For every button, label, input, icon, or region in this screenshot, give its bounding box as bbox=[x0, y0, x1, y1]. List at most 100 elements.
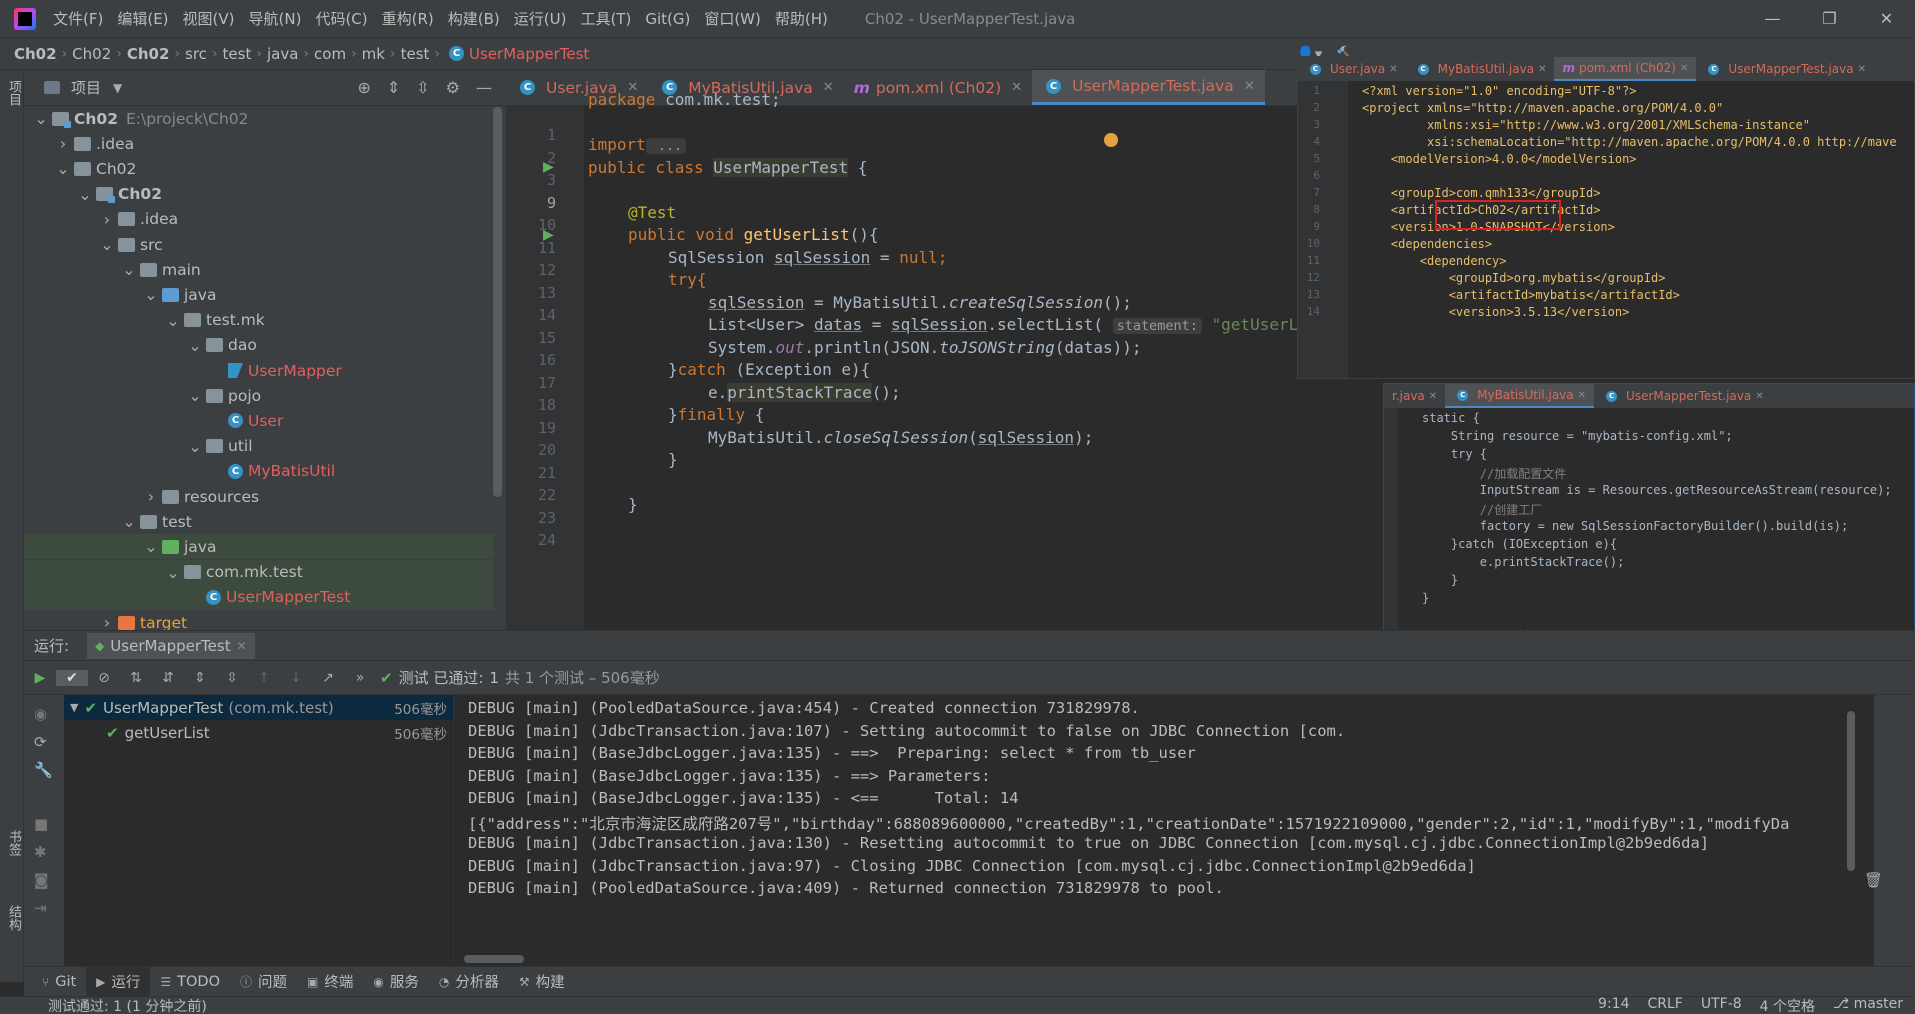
chevron-down-icon[interactable]: ⌄ bbox=[78, 185, 92, 204]
pom-code-line[interactable]: <dependency> bbox=[1362, 254, 1507, 268]
menu-build[interactable]: 构建(B) bbox=[441, 8, 507, 29]
code-line[interactable]: try{ bbox=[668, 270, 707, 289]
overlay-tab[interactable]: C UserMapperTest.java ✕ bbox=[1696, 57, 1874, 81]
breadcrumb-item[interactable]: test bbox=[401, 45, 430, 63]
show-passed-icon[interactable]: ✔ bbox=[56, 669, 88, 686]
chevron-down-icon[interactable]: ⌄ bbox=[188, 437, 202, 456]
tree-item[interactable]: ⌄ test.mk bbox=[24, 308, 494, 333]
code-line[interactable]: }finally { bbox=[668, 405, 764, 424]
hide-icon[interactable]: — bbox=[476, 78, 492, 97]
mybatisutil-code-line[interactable]: e.printStackTrace(); bbox=[1422, 555, 1625, 569]
tree-item[interactable]: › .idea bbox=[24, 131, 494, 156]
tree-item[interactable]: ⌄ com.mk.test bbox=[24, 559, 494, 585]
breadcrumb-item[interactable]: com bbox=[314, 45, 346, 63]
chevron-down-icon[interactable]: ⌄ bbox=[100, 235, 114, 254]
tree-item[interactable]: ⌄ src bbox=[24, 232, 494, 257]
mybatisutil-code-line[interactable]: } bbox=[1422, 591, 1429, 605]
breadcrumb-item[interactable]: Ch02 bbox=[14, 45, 57, 63]
menu-view[interactable]: 视图(V) bbox=[176, 8, 242, 29]
chevron-right-icon[interactable]: › bbox=[100, 210, 114, 229]
chevron-right-icon[interactable]: › bbox=[144, 487, 158, 506]
overlay-tab[interactable]: C User.java ✕ bbox=[1298, 57, 1406, 81]
overlay-tab[interactable]: r.java ✕ bbox=[1384, 384, 1445, 408]
code-line[interactable]: public void getUserList(){ bbox=[628, 225, 878, 244]
tree-item[interactable]: ⌄ main bbox=[24, 257, 494, 282]
run-gutter-icon[interactable]: ▶ bbox=[543, 227, 554, 243]
tree-item[interactable]: C User bbox=[24, 408, 494, 433]
exit-icon[interactable]: ⇥ bbox=[34, 899, 47, 917]
tab-usermappertest-java[interactable]: C UserMapperTest.java ✕ bbox=[1032, 70, 1265, 105]
collapse-all-icon[interactable]: ⇳ bbox=[216, 670, 248, 686]
trash-icon[interactable]: 🗑 bbox=[1864, 871, 1883, 889]
mybatisutil-code-line[interactable]: String resource = "mybatis-config.xml"; bbox=[1422, 429, 1733, 443]
pom-code-line[interactable]: <groupId>com.qmh133</groupId> bbox=[1362, 186, 1601, 200]
pom-code-line[interactable]: <modelVersion>4.0.0</modelVersion> bbox=[1362, 152, 1637, 166]
breadcrumb-item[interactable]: java bbox=[267, 45, 298, 63]
pom-code-line[interactable]: xmlns:xsi="http://www.w3.org/2001/XMLSch… bbox=[1362, 118, 1810, 132]
tree-item[interactable]: ⌄ Ch02 bbox=[24, 182, 494, 207]
tool-tab[interactable]: ☰ TODO bbox=[150, 967, 230, 996]
overlay-tab[interactable]: C UserMapperTest.java ✕ bbox=[1594, 384, 1772, 408]
project-scrollbar[interactable] bbox=[493, 107, 502, 497]
tree-item[interactable]: ⌄ java bbox=[24, 534, 494, 560]
git-branch[interactable]: ⎇ master bbox=[1833, 996, 1903, 1014]
close-icon[interactable]: ✕ bbox=[1011, 80, 1022, 95]
tool-tab[interactable]: ◉ 服务 bbox=[363, 967, 428, 996]
sort-duration-icon[interactable]: ⇵ bbox=[152, 670, 184, 686]
chevron-down-icon[interactable]: ▼ bbox=[113, 81, 122, 95]
tree-item[interactable]: UserMapper bbox=[24, 358, 494, 383]
overlay-tab[interactable]: m pom.xml (Ch02) ✕ bbox=[1554, 57, 1697, 81]
status-message[interactable]: 测试通过: 1 (1 分钟之前) bbox=[48, 996, 207, 1014]
intention-bulb-icon[interactable] bbox=[1104, 133, 1118, 147]
overlay-tab[interactable]: C MyBatisUtil.java ✕ bbox=[1445, 384, 1595, 408]
tree-item[interactable]: ⌄ dao bbox=[24, 333, 494, 358]
mybatisutil-code-line[interactable]: //创建工厂 bbox=[1422, 501, 1542, 518]
tool-tab[interactable]: ▣ 终端 bbox=[297, 967, 363, 996]
tree-item[interactable]: ⌄ pojo bbox=[24, 383, 494, 408]
breadcrumb-item-current[interactable]: UserMapperTest bbox=[469, 45, 589, 63]
menu-help[interactable]: 帮助(H) bbox=[768, 8, 835, 29]
code-line[interactable]: public class UserMapperTest { bbox=[588, 158, 867, 177]
pom-code-line[interactable]: <artifactId>mybatis</artifactId> bbox=[1362, 288, 1680, 302]
chevron-down-icon[interactable]: ⌄ bbox=[122, 260, 136, 279]
code-line[interactable]: SqlSession sqlSession = null; bbox=[668, 248, 947, 267]
breadcrumb-item[interactable]: test bbox=[223, 45, 252, 63]
rerun-failed-icon[interactable]: ⟳ bbox=[34, 733, 47, 751]
pom-code-line[interactable]: <dependencies> bbox=[1362, 237, 1492, 251]
tree-item[interactable]: › target bbox=[24, 610, 494, 630]
chevron-down-icon[interactable]: ⌄ bbox=[34, 109, 48, 128]
gear-icon[interactable]: ⚙ bbox=[446, 78, 460, 97]
run-config-tab[interactable]: ◆ UserMapperTest ✕ bbox=[87, 632, 255, 659]
tool-tab[interactable]: ⑂ Git bbox=[32, 967, 86, 996]
code-line[interactable]: }catch (Exception e){ bbox=[668, 360, 870, 379]
tree-item[interactable]: › resources bbox=[24, 484, 494, 509]
close-icon[interactable]: ✕ bbox=[237, 639, 247, 653]
pom-code-line[interactable]: <?xml version="1.0" encoding="UTF-8"?> bbox=[1362, 84, 1637, 98]
code-line[interactable]: sqlSession = MyBatisUtil.createSqlSessio… bbox=[708, 293, 1132, 312]
mybatisutil-code-line[interactable]: }catch (IOException e){ bbox=[1422, 537, 1617, 551]
expand-all-icon[interactable]: ⇕ bbox=[184, 670, 216, 686]
tab-pom-xml[interactable]: m pom.xml (Ch02) ✕ bbox=[844, 70, 1032, 105]
next-failed-icon[interactable]: ↓ bbox=[280, 670, 312, 686]
gear-icon[interactable]: ✱ bbox=[34, 843, 47, 861]
tree-item[interactable]: › .idea bbox=[24, 207, 494, 232]
debug-icon[interactable]: ◉ bbox=[34, 705, 47, 723]
bookmarks-tool-tab[interactable]: 书签 bbox=[4, 830, 23, 856]
chevron-down-icon[interactable]: ⌄ bbox=[166, 311, 180, 330]
line-separator[interactable]: CRLF bbox=[1648, 996, 1683, 1014]
pom-code-line[interactable]: <version>3.5.13</version> bbox=[1362, 305, 1630, 319]
menu-tools[interactable]: 工具(T) bbox=[573, 8, 638, 29]
code-line[interactable]: List<User> datas = sqlSession.selectList… bbox=[708, 315, 1356, 334]
chevron-right-icon[interactable]: › bbox=[100, 613, 114, 630]
tree-item[interactable]: ⌄ java bbox=[24, 282, 494, 307]
pom-code-line[interactable]: xsi:schemaLocation="http://maven.apache.… bbox=[1362, 135, 1897, 149]
tree-item[interactable]: ⌄ util bbox=[24, 434, 494, 459]
chevron-down-icon[interactable]: ⌄ bbox=[144, 537, 158, 556]
close-icon[interactable]: ✕ bbox=[823, 80, 834, 95]
console-hscrollbar[interactable] bbox=[464, 955, 524, 963]
test-tree-row[interactable]: ✔ getUserList 506毫秒 bbox=[64, 720, 453, 745]
chevron-down-icon[interactable]: ⌄ bbox=[122, 512, 136, 531]
tree-item[interactable]: ⌄ Ch02 bbox=[24, 156, 494, 181]
pom-code-line[interactable]: <groupId>org.mybatis</groupId> bbox=[1362, 271, 1666, 285]
chevron-down-icon[interactable]: ⌄ bbox=[56, 159, 70, 178]
